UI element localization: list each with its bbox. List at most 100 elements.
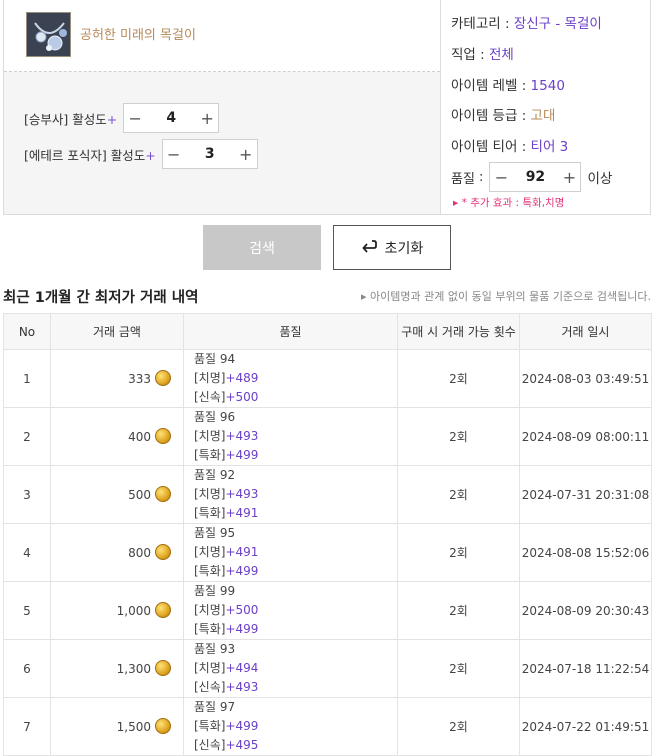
row-number: 5 <box>3 581 51 640</box>
stat-name: [신속] <box>194 738 226 752</box>
quality-text: 품질 99 <box>194 584 236 598</box>
quality-value[interactable]: 92 <box>512 163 558 191</box>
price-value: 400 <box>128 429 151 444</box>
quality-label: 품질 <box>451 171 475 187</box>
class-row: 직업 : 전체 <box>451 47 514 63</box>
stat-name: [특화] <box>194 622 226 636</box>
stat-value: +493 <box>225 487 259 501</box>
price-cell: 1,000 <box>50 581 184 640</box>
gold-coin-icon <box>155 717 171 734</box>
trade-date: 2024-08-09 08:00:11 <box>519 407 652 466</box>
stat-value: +489 <box>225 371 259 385</box>
engraving-area: [승부사] 활성도+ − 4 + [에테르 포식자] 활성도+ − 3 + <box>4 72 440 214</box>
trade-count: 2회 <box>397 523 520 582</box>
stat-name: [치명] <box>194 429 226 443</box>
gold-coin-icon <box>155 369 171 386</box>
plus-button[interactable]: + <box>235 140 257 168</box>
stat-value: +493 <box>225 680 259 694</box>
reset-label: 초기화 <box>384 240 424 257</box>
stat-value: +499 <box>225 448 259 462</box>
trade-date: 2024-08-03 03:49:51 <box>519 349 652 408</box>
bonus-effect: ▸ * 추가 효과 : 특화,치명 <box>453 195 564 210</box>
minus-button[interactable]: − <box>490 163 512 191</box>
row-number: 1 <box>3 349 51 408</box>
trade-date: 2024-07-18 11:22:54 <box>519 639 652 698</box>
trade-count: 2회 <box>397 639 520 698</box>
gold-coin-icon <box>155 485 171 502</box>
quality-cell: 품질 97 [특화]+499 [신속]+495 <box>183 697 398 756</box>
stat-value: +491 <box>225 506 259 520</box>
plus-button[interactable]: + <box>196 104 218 132</box>
necklace-icon <box>26 12 71 57</box>
item-name: 공허한 미래의 목걸이 <box>80 28 196 43</box>
category-value: 장신구 - 목걸이 <box>513 16 602 32</box>
stat-value: +494 <box>225 661 259 675</box>
stat-name: [특화] <box>194 506 226 520</box>
bonus-text: * 추가 효과 : 특화,치명 <box>461 197 565 209</box>
column-header: 품질 <box>183 313 398 350</box>
item-panel: 공허한 미래의 목걸이 [승부사] 활성도+ − 4 + [에테르 포식자] 활… <box>4 0 441 214</box>
trade-date: 2024-08-09 20:30:43 <box>519 581 652 640</box>
item-info: 카테고리 : 장신구 - 목걸이 직업 : 전체 아이템 레벨 : 1540 아… <box>451 0 651 214</box>
column-header: 구매 시 거래 가능 횟수 <box>397 313 520 350</box>
quality-suffix: 이상 <box>587 171 613 187</box>
stat-name: [치명] <box>194 603 226 617</box>
search-button[interactable]: 검색 <box>203 225 321 270</box>
plus-button[interactable]: + <box>558 163 580 191</box>
minus-button[interactable]: − <box>163 140 185 168</box>
column-header: 거래 금액 <box>50 313 184 350</box>
tier-row: 아이템 티어 : 티어 3 <box>451 139 569 155</box>
stat-name: [치명] <box>194 487 226 501</box>
trade-date: 2024-07-22 01:49:51 <box>519 697 652 756</box>
column-header: No <box>3 313 51 350</box>
stat-value: +491 <box>225 545 259 559</box>
grade-row: 아이템 등급 : 고대 <box>451 108 556 124</box>
quality-text: 품질 96 <box>194 410 236 424</box>
quality-stepper[interactable]: − 92 + <box>489 162 582 192</box>
history-title: 최근 1개월 간 최저가 거래 내역 <box>3 290 199 306</box>
price-value: 1,300 <box>116 661 151 676</box>
price-value: 1,500 <box>116 719 151 734</box>
stat-value: +499 <box>225 719 259 733</box>
tier-label: 아이템 티어 <box>451 139 518 155</box>
quality-text: 품질 92 <box>194 468 236 482</box>
quality-cell: 품질 95 [치명]+491 [특화]+499 <box>183 523 398 582</box>
trade-count: 2회 <box>397 407 520 466</box>
level-value: 1540 <box>530 78 565 94</box>
stat-name: [신속] <box>194 680 226 694</box>
trade-date: 2024-08-08 15:52:06 <box>519 523 652 582</box>
quality-cell: 품질 92 [치명]+493 [특화]+491 <box>183 465 398 524</box>
price-value: 800 <box>128 545 151 560</box>
price-cell: 400 <box>50 407 184 466</box>
row-number: 2 <box>3 407 51 466</box>
quality-text: 품질 97 <box>194 700 236 714</box>
price-cell: 500 <box>50 465 184 524</box>
engraving-value[interactable]: 3 <box>185 140 235 168</box>
engraving-stepper[interactable]: − 3 + <box>161 139 258 169</box>
engraving-name: [에테르 포식자] <box>24 147 107 163</box>
engraving-name: [승부사] <box>24 111 69 127</box>
table-row: 1 333 품질 94 [치명]+489 [신속]+500 2회 2024-08-03 03… <box>3 349 652 408</box>
quality-cell: 품질 93 [치명]+494 [신속]+493 <box>183 639 398 698</box>
stat-value: +493 <box>225 429 259 443</box>
column-header: 거래 일시 <box>519 313 652 350</box>
class-label: 직업 <box>451 47 476 63</box>
table-row: 3 500 품질 92 [치명]+493 [특화]+491 2회 2024-07-31 20… <box>3 465 652 524</box>
engraving-row-2: [에테르 포식자] 활성도+ − 3 + <box>24 139 258 169</box>
category-row: 카테고리 : 장신구 - 목걸이 <box>451 16 602 32</box>
row-number: 7 <box>3 697 51 756</box>
table-header: No 거래 금액 품질 구매 시 거래 가능 횟수 거래 일시 <box>3 313 652 350</box>
stat-value: +500 <box>225 390 259 404</box>
stat-name: [치명] <box>194 661 226 675</box>
reset-button[interactable]: 초기화 <box>333 225 451 270</box>
quality-cell: 품질 96 [치명]+493 [특화]+499 <box>183 407 398 466</box>
minus-button[interactable]: − <box>124 104 146 132</box>
engraving-value[interactable]: 4 <box>146 104 196 132</box>
quality-text: 품질 95 <box>194 526 236 540</box>
quality-text: 품질 94 <box>194 352 236 366</box>
engraving-stepper[interactable]: − 4 + <box>123 103 220 133</box>
trade-date: 2024-07-31 20:31:08 <box>519 465 652 524</box>
tier-value: 티어 3 <box>530 139 569 155</box>
price-cell: 333 <box>50 349 184 408</box>
stat-name: [치명] <box>194 545 226 559</box>
